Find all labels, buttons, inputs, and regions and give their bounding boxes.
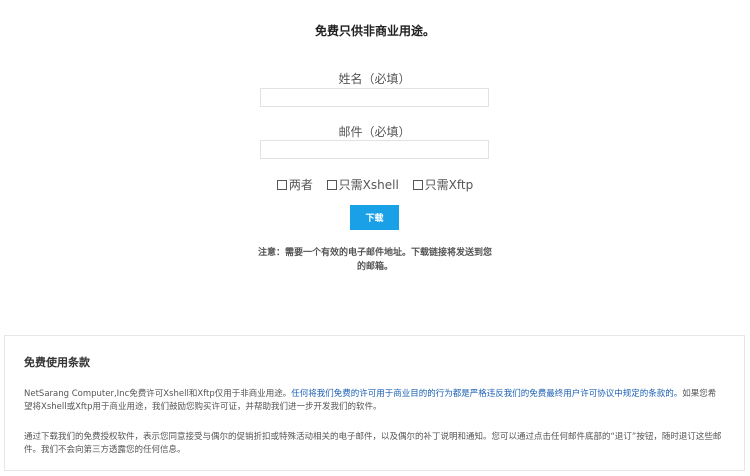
download-page: 免费只供非商业用途。 姓名（必填） 邮件（必填） 两者 只需Xshell 只需X… — [0, 0, 750, 476]
email-input[interactable] — [260, 140, 489, 159]
terms-paragraph-2: 通过下载我们的免费授权软件，表示您同意接受与偶尔的促销折扣或特殊活动相关的电子邮… — [24, 432, 722, 455]
terms-paragraph-1: NetSarang Computer,Inc免费许可Xshell和Xftp仅用于… — [24, 388, 724, 414]
option-xshell[interactable]: 只需Xshell — [326, 176, 399, 193]
terms-eula-link[interactable]: 任何将我们免费的许可用于商业目的的行为都是严格违反我们的免费最终用户许可协议中规… — [291, 389, 682, 399]
option-both[interactable]: 两者 — [276, 176, 313, 193]
terms-title: 免费使用条款 — [24, 356, 90, 369]
form-title: 免费只供非商业用途。 — [314, 24, 435, 38]
name-label: 姓名（必填） — [338, 72, 411, 86]
email-note: 注意：需要一个有效的电子邮件地址。下载链接将发送到您的邮箱。 — [257, 248, 492, 272]
option-both-label: 两者 — [288, 178, 313, 192]
checkbox-icon[interactable] — [412, 179, 423, 190]
checkbox-icon[interactable] — [326, 179, 337, 190]
name-input[interactable] — [260, 88, 489, 107]
terms-p1-start: NetSarang Computer,Inc免费许可Xshell和Xftp仅用于… — [24, 389, 292, 399]
checkbox-icon[interactable] — [276, 179, 287, 190]
terms-panel: 免费使用条款 NetSarang Computer,Inc免费许可Xshell和… — [4, 335, 745, 471]
option-xftp[interactable]: 只需Xftp — [412, 176, 474, 193]
option-xshell-label: 只需Xshell — [338, 178, 399, 192]
option-xftp-label: 只需Xftp — [424, 178, 474, 192]
download-button[interactable]: 下载 — [350, 205, 399, 230]
email-label: 邮件（必填） — [338, 125, 411, 139]
product-options: 两者 只需Xshell 只需Xftp — [0, 176, 750, 193]
